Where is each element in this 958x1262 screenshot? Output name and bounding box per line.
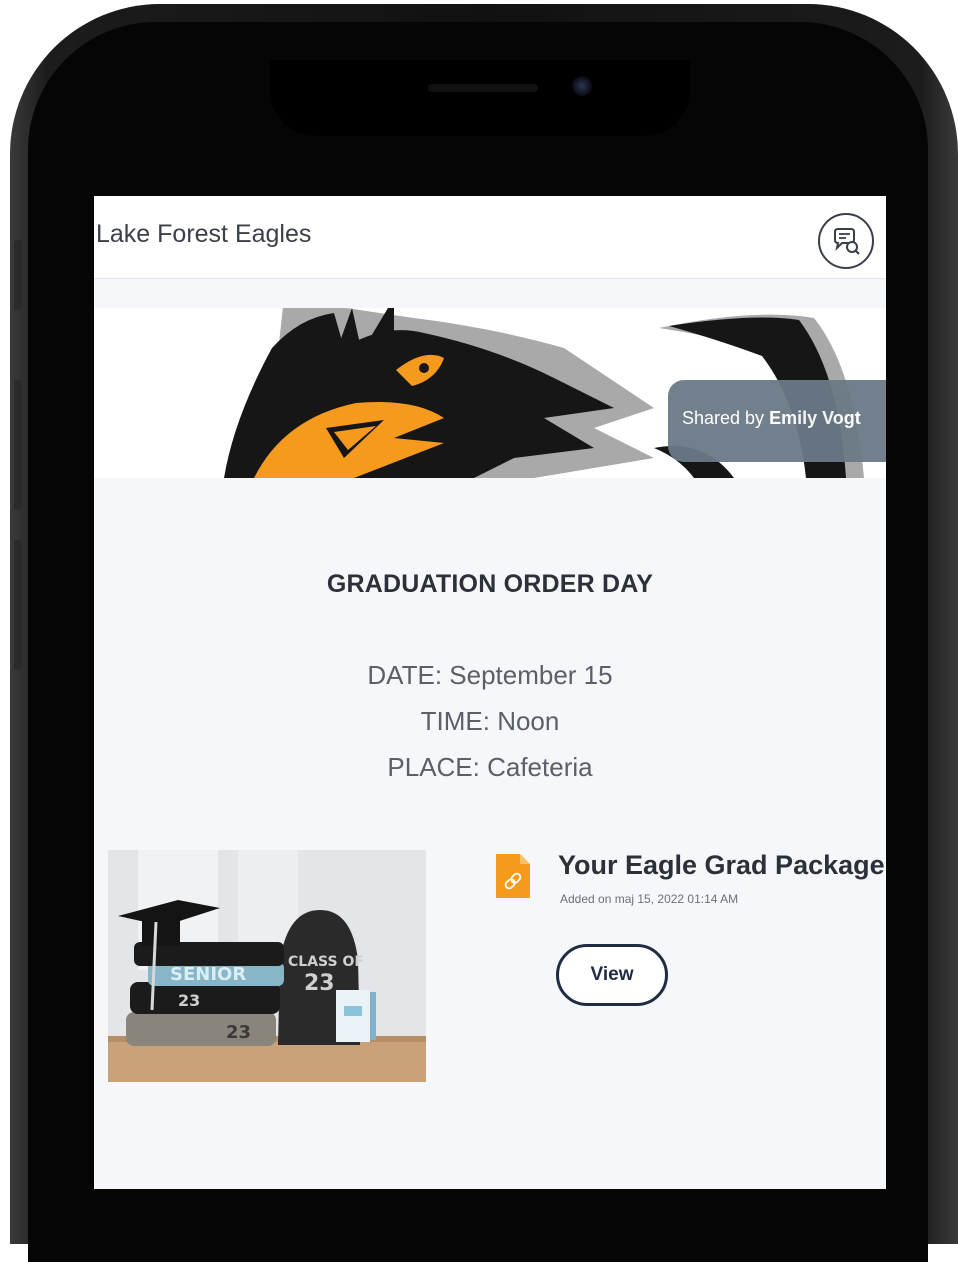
svg-text:SENIOR: SENIOR: [170, 964, 246, 985]
post-banner: Shared by Emily Vogt: [94, 308, 886, 478]
shared-by-text: Shared by Emily Vogt: [682, 408, 861, 428]
svg-text:CLASS OF: CLASS OF: [288, 954, 364, 970]
svg-text:23: 23: [226, 1022, 251, 1043]
view-button[interactable]: View: [556, 944, 668, 1006]
phone-side-button-volume-up: [14, 380, 22, 510]
front-camera: [572, 76, 592, 96]
shared-by-badge: Shared by Emily Vogt: [668, 380, 886, 462]
phone-speaker: [428, 84, 538, 92]
post-title: GRADUATION ORDER DAY: [326, 570, 654, 598]
phone-screen: Lake Forest Eagles Shared by Emily Vogt …: [94, 196, 886, 1189]
page-title: Lake Forest Eagles: [96, 220, 312, 248]
post-place: PLACE: Cafeteria: [387, 752, 593, 782]
svg-text:23: 23: [178, 991, 200, 1010]
phone-side-button-volume-down: [14, 540, 22, 670]
phone-notch: [270, 60, 690, 136]
link-file-icon: [496, 854, 530, 898]
post-time: TIME: Noon: [420, 706, 560, 736]
graduation-merchandise-photo: CLASS OF 23 SENIOR 23 23: [108, 850, 426, 1082]
phone-side-button-mute: [14, 240, 22, 310]
chat-button[interactable]: [818, 213, 874, 269]
shared-by-author: Emily Vogt: [769, 408, 861, 428]
chat-bubble-icon: [834, 228, 860, 255]
attachment-name[interactable]: Your Eagle Grad Package: [558, 850, 885, 881]
attachment-thumbnail[interactable]: CLASS OF 23 SENIOR 23 23: [108, 850, 426, 1082]
attachment-date: Added on maj 15, 2022 01:14 AM: [560, 892, 739, 906]
post-date: DATE: September 15: [367, 660, 613, 690]
app-header: Lake Forest Eagles: [94, 196, 886, 279]
svg-text:23: 23: [304, 971, 335, 996]
